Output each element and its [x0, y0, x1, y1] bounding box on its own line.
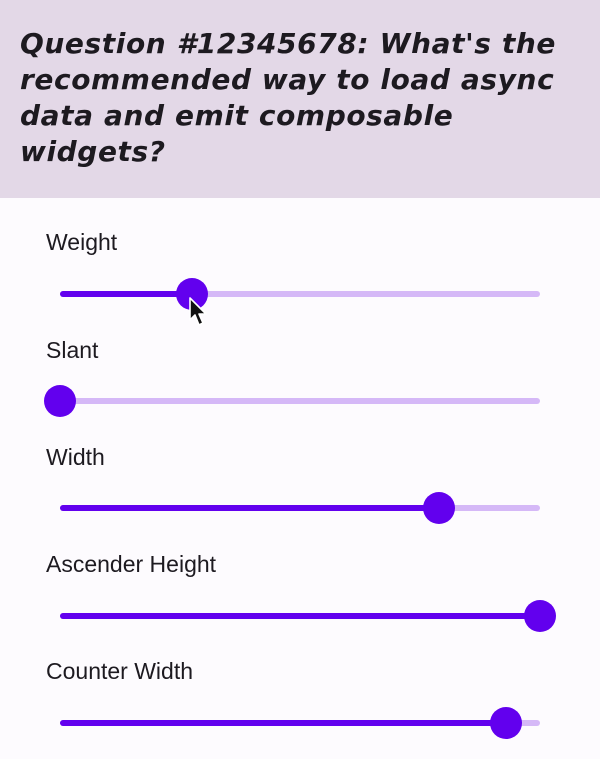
slider-track[interactable] [60, 398, 540, 404]
slider-thumb[interactable] [44, 385, 76, 417]
slider-thumb[interactable] [490, 707, 522, 739]
question-header: Question #12345678: What's the recommend… [0, 0, 600, 198]
slant-slider[interactable] [44, 381, 540, 421]
slider-label-weight: Weight [46, 229, 118, 255]
slider-active-track [60, 291, 192, 297]
slider-label-slant: Slant [46, 337, 99, 363]
question-text: Question #12345678: What's the recommend… [20, 27, 556, 168]
slider-thumb[interactable] [524, 600, 556, 632]
slider-active-track [60, 720, 506, 726]
slider-active-track [60, 505, 439, 511]
slider-label-ascender-height: Ascender Height [46, 551, 217, 577]
mouse-pointer-icon [189, 297, 207, 326]
slider-label-counter-width: Counter Width [46, 658, 194, 684]
slider-thumb[interactable] [423, 492, 455, 524]
slider-active-track [60, 613, 540, 619]
counter-width-slider[interactable] [60, 703, 540, 743]
weight-slider[interactable] [60, 274, 540, 314]
ascender-height-slider[interactable] [60, 596, 556, 636]
width-slider[interactable] [60, 488, 540, 528]
slider-label-width: Width [46, 444, 105, 470]
